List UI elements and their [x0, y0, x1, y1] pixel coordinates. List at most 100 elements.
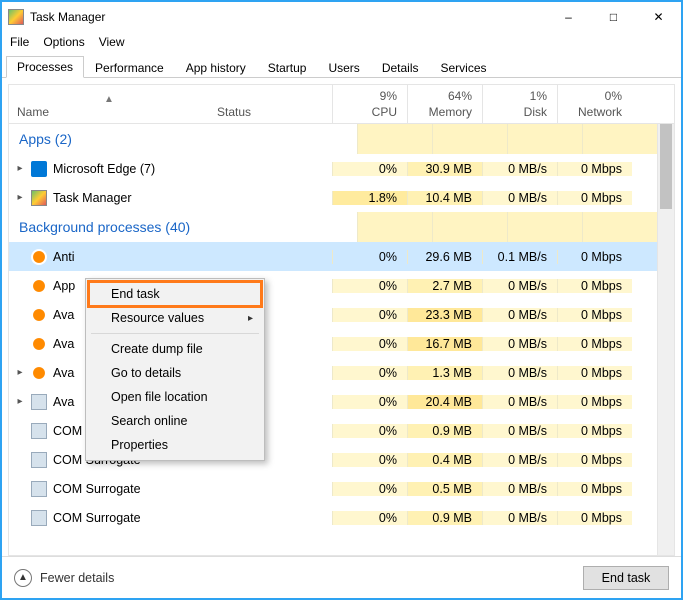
disk-label: Disk [487, 105, 547, 119]
mem-cell: 0.4 MB [407, 453, 482, 467]
mem-cell: 16.7 MB [407, 337, 482, 351]
expand-icon[interactable]: ▸ [9, 163, 31, 174]
menu-file[interactable]: File [10, 35, 29, 49]
tabstrip: Processes Performance App history Startu… [2, 54, 681, 78]
scroll-thumb[interactable] [660, 124, 672, 209]
group-header[interactable]: Apps (2) [9, 124, 657, 154]
group-label: Apps (2) [19, 131, 72, 147]
net-cell: 0 Mbps [557, 162, 632, 176]
menu-view[interactable]: View [99, 35, 125, 49]
window-title: Task Manager [30, 10, 105, 24]
process-row[interactable]: Anti 0% 29.6 MB 0.1 MB/s 0 Mbps [9, 242, 657, 271]
disk-cell: 0.1 MB/s [482, 250, 557, 264]
cpu-cell: 0% [332, 511, 407, 525]
process-name: COM Surrogate [53, 511, 141, 525]
col-header-disk[interactable]: 1% Disk [482, 85, 557, 123]
process-name: Anti [53, 250, 75, 264]
disk-cell: 0 MB/s [482, 162, 557, 176]
menu-separator [91, 333, 259, 334]
process-icon [31, 394, 47, 410]
disk-cell: 0 MB/s [482, 511, 557, 525]
vertical-scrollbar[interactable] [657, 124, 674, 555]
mem-total-pct: 64% [412, 89, 472, 103]
close-button[interactable]: ✕ [636, 2, 681, 32]
col-header-network[interactable]: 0% Network [557, 85, 632, 123]
menu-item-label: Create dump file [111, 342, 203, 356]
tab-users[interactable]: Users [317, 57, 370, 78]
maximize-button[interactable]: □ [591, 2, 636, 32]
col-header-memory[interactable]: 64% Memory [407, 85, 482, 123]
process-icon [31, 336, 47, 352]
process-row[interactable]: COM Surrogate 0% 0.9 MB 0 MB/s 0 Mbps [9, 503, 657, 532]
col-header-name[interactable]: ▲ Name [9, 85, 209, 123]
disk-total-pct: 1% [487, 89, 547, 103]
process-icon [31, 423, 47, 439]
mem-cell: 2.7 MB [407, 279, 482, 293]
mem-cell: 29.6 MB [407, 250, 482, 264]
cpu-label: CPU [337, 105, 397, 119]
titlebar: Task Manager – □ ✕ [2, 2, 681, 32]
process-name: Task Manager [53, 191, 132, 205]
process-row[interactable]: COM Surrogate 0% 0.5 MB 0 MB/s 0 Mbps [9, 474, 657, 503]
cpu-cell: 0% [332, 279, 407, 293]
task-manager-window: Task Manager – □ ✕ File Options View Pro… [0, 0, 683, 600]
context-menu-item[interactable]: Resource values▸ [89, 306, 261, 330]
disk-cell: 0 MB/s [482, 308, 557, 322]
menu-item-label: End task [111, 287, 160, 301]
process-row[interactable]: ▸ Task Manager 1.8% 10.4 MB 0 MB/s 0 Mbp… [9, 183, 657, 212]
tab-services[interactable]: Services [430, 57, 498, 78]
end-task-button[interactable]: End task [583, 566, 669, 590]
menu-item-label: Resource values [111, 311, 204, 325]
disk-cell: 0 MB/s [482, 453, 557, 467]
cpu-cell: 0% [332, 482, 407, 496]
context-menu-item[interactable]: Create dump file [89, 337, 261, 361]
mem-cell: 0.5 MB [407, 482, 482, 496]
mem-cell: 30.9 MB [407, 162, 482, 176]
app-icon [8, 9, 24, 25]
tab-processes[interactable]: Processes [6, 56, 84, 78]
cpu-cell: 0% [332, 308, 407, 322]
process-name: Ava [53, 337, 74, 351]
cpu-total-pct: 9% [337, 89, 397, 103]
minimize-button[interactable]: – [546, 2, 591, 32]
disk-cell: 0 MB/s [482, 482, 557, 496]
group-header[interactable]: Background processes (40) [9, 212, 657, 242]
process-name: COM Surrogate [53, 482, 141, 496]
menu-item-label: Search online [111, 414, 187, 428]
context-menu-item[interactable]: Search online [89, 409, 261, 433]
mem-label: Memory [412, 105, 472, 119]
expand-icon[interactable]: ▸ [9, 396, 31, 407]
context-menu[interactable]: End task Resource values▸ Create dump file… [85, 278, 265, 461]
sort-indicator-icon: ▲ [17, 94, 201, 105]
tab-startup[interactable]: Startup [257, 57, 318, 78]
disk-cell: 0 MB/s [482, 366, 557, 380]
tab-performance[interactable]: Performance [84, 57, 175, 78]
process-row[interactable]: ▸ Microsoft Edge (7) 0% 30.9 MB 0 MB/s 0… [9, 154, 657, 183]
context-menu-item[interactable]: Open file location [89, 385, 261, 409]
tab-app-history[interactable]: App history [175, 57, 257, 78]
cpu-cell: 0% [332, 337, 407, 351]
process-name: Ava [53, 395, 74, 409]
menubar: File Options View [2, 32, 681, 52]
fewer-details-toggle[interactable]: ▲ Fewer details [14, 569, 114, 587]
disk-cell: 0 MB/s [482, 395, 557, 409]
col-header-name-label: Name [17, 105, 201, 119]
net-cell: 0 Mbps [557, 395, 632, 409]
context-menu-item[interactable]: Go to details [89, 361, 261, 385]
context-menu-item[interactable]: Properties [89, 433, 261, 457]
process-icon [31, 307, 47, 323]
expand-icon[interactable]: ▸ [9, 367, 31, 378]
expand-icon[interactable]: ▸ [9, 192, 31, 203]
col-header-cpu[interactable]: 9% CPU [332, 85, 407, 123]
cpu-cell: 0% [332, 366, 407, 380]
process-icon [31, 249, 47, 265]
net-label: Network [562, 105, 622, 119]
col-header-status[interactable]: Status [209, 85, 332, 123]
tab-details[interactable]: Details [371, 57, 430, 78]
menu-options[interactable]: Options [43, 35, 84, 49]
mem-cell: 0.9 MB [407, 511, 482, 525]
process-icon [31, 365, 47, 381]
context-menu-item[interactable]: End task [89, 282, 261, 306]
process-name: App [53, 279, 75, 293]
chevron-up-icon: ▲ [14, 569, 32, 587]
